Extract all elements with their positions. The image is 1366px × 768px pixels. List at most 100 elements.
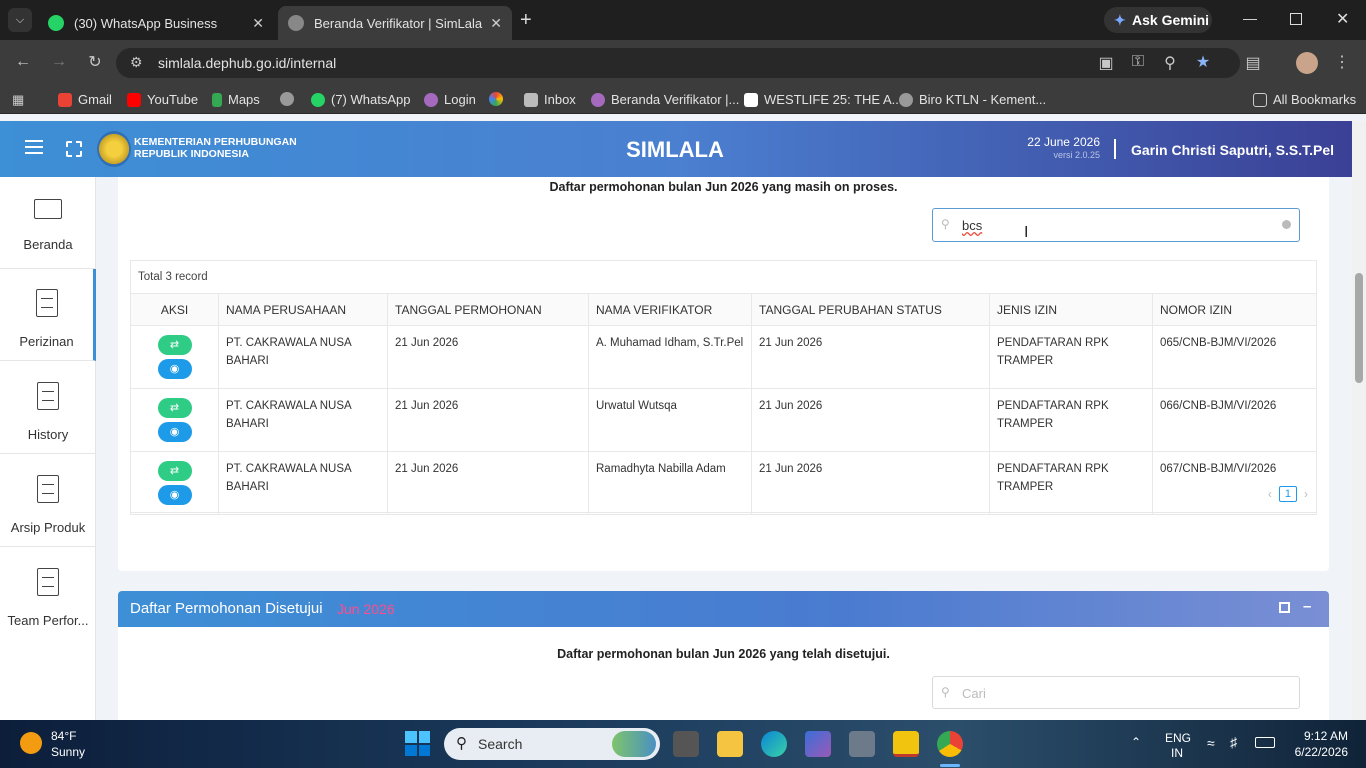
collapse-icon[interactable]: – — [1303, 598, 1311, 615]
language-bottom[interactable]: IN — [1171, 746, 1183, 760]
page-number-button[interactable]: 1 — [1278, 486, 1297, 502]
all-bookmarks-button[interactable]: All Bookmarks — [1253, 92, 1356, 107]
password-key-icon[interactable]: ⚿ — [1126, 53, 1150, 71]
col-aksi[interactable]: AKSI — [130, 293, 219, 326]
cell-tgl-permohonan: 21 Jun 2026 — [387, 451, 589, 515]
search-input[interactable]: ⚲ bcs — [932, 208, 1300, 242]
close-tab-icon[interactable]: ✕ — [490, 15, 502, 32]
col-nomor-izin[interactable]: NOMOR IZIN — [1152, 293, 1317, 326]
clock-time[interactable]: 9:12 AM — [1290, 729, 1348, 743]
view-button[interactable]: ◉ — [157, 422, 192, 442]
view-button[interactable]: ◉ — [157, 359, 192, 379]
restore-icon[interactable] — [1290, 13, 1302, 25]
tab-list-icon[interactable]: ⌵ — [8, 8, 32, 32]
proses-subtitle: Daftar permohonan bulan Jun 2026 yang ma… — [549, 180, 898, 194]
sidebar-item-beranda[interactable]: Beranda — [0, 177, 96, 269]
sticky-notes-icon[interactable] — [893, 731, 919, 757]
profile-avatar[interactable] — [1296, 52, 1318, 74]
cell-tgl-status: 21 Jun 2026 — [751, 325, 990, 389]
forward-icon[interactable]: → — [47, 53, 71, 71]
col-tanggal-permohonan[interactable]: TANGGAL PERMOHONAN — [387, 293, 589, 326]
proses-table: AKSI NAMA PERUSAHAAN TANGGAL PERMOHONAN … — [130, 293, 1317, 515]
clock-date[interactable]: 6/22/2026 — [1280, 745, 1348, 759]
close-tab-icon[interactable]: ✕ — [252, 15, 264, 32]
bookmark-westlife[interactable]: WESTLIFE 25: THE A... — [744, 92, 902, 107]
extensions-icon[interactable]: ▤ — [1241, 53, 1265, 73]
bookmark-gmail[interactable]: Gmail — [58, 92, 112, 107]
tab-title: Beranda Verifikator | SimLala — [314, 15, 483, 31]
edge-icon[interactable] — [761, 731, 787, 757]
swap-icon: ⇄ — [169, 465, 180, 477]
bookmark-pinwheel[interactable] — [489, 92, 509, 106]
bookmark-beranda[interactable]: Beranda Verifikator |... — [591, 92, 739, 107]
document-icon — [37, 382, 59, 410]
file-explorer-icon[interactable] — [717, 731, 743, 757]
clear-search-icon[interactable] — [1282, 220, 1291, 229]
view-button[interactable]: ◉ — [157, 485, 192, 505]
camera-icon[interactable] — [849, 731, 875, 757]
reload-icon[interactable]: ↻ — [83, 52, 107, 72]
disetujui-card: Daftar Permohonan Disetujui Jun 2026 – D… — [118, 591, 1329, 720]
disetujui-header: Daftar Permohonan Disetujui Jun 2026 – — [118, 591, 1329, 627]
expand-icon[interactable] — [1279, 602, 1290, 613]
zoom-icon[interactable]: ⚲ — [1158, 53, 1182, 73]
language-top[interactable]: ENG — [1165, 731, 1191, 745]
chrome-icon[interactable] — [937, 731, 963, 757]
bookmark-maps[interactable]: Maps — [212, 92, 260, 107]
sidebar-item-label: History — [27, 427, 69, 442]
copilot-icon[interactable] — [805, 731, 831, 757]
show-hidden-icons[interactable]: ⌃ — [1131, 735, 1141, 749]
bookmark-globe[interactable] — [280, 92, 300, 106]
disetujui-search-input[interactable]: ⚲ Cari — [932, 676, 1300, 709]
col-nama-verifikator[interactable]: NAMA VERIFIKATOR — [588, 293, 752, 326]
taskbar-search[interactable]: ⚲ Search — [444, 728, 660, 760]
col-nama-perusahaan[interactable]: NAMA PERUSAHAAN — [218, 293, 388, 326]
bookmark-inbox[interactable]: Inbox — [524, 92, 576, 107]
process-button[interactable]: ⇄ — [157, 335, 192, 355]
bookmark-biro-ktln[interactable]: Biro KTLN - Kement... — [899, 92, 1046, 107]
ask-gemini-button[interactable]: ✦ Ask Gemini — [1104, 7, 1212, 33]
sidebar-item-team-performance[interactable]: Team Perfor... — [0, 548, 96, 640]
bookmark-login[interactable]: Login — [424, 92, 476, 107]
tab-simlala[interactable]: Beranda Verifikator | SimLala ✕ — [278, 6, 512, 40]
bookmark-star-icon[interactable]: ★ — [1191, 52, 1215, 72]
wifi-icon[interactable]: ≈ — [1207, 735, 1215, 751]
header-date: 22 June 2026 — [1027, 135, 1100, 149]
col-jenis-izin[interactable]: JENIS IZIN — [989, 293, 1153, 326]
process-button[interactable]: ⇄ — [157, 461, 192, 481]
task-view-icon[interactable] — [673, 731, 699, 757]
volume-icon[interactable]: ♯ — [1230, 734, 1237, 750]
minimize-icon[interactable]: — — [1243, 10, 1257, 26]
fullscreen-icon[interactable] — [66, 141, 82, 157]
search-value: bcs — [962, 218, 983, 233]
start-icon[interactable] — [405, 731, 430, 756]
sidebar-item-arsip-produk[interactable]: Arsip Produk — [0, 455, 96, 547]
close-window-icon[interactable]: ✕ — [1336, 9, 1349, 29]
col-tanggal-perubahan-status[interactable]: TANGGAL PERUBAHAN STATUS — [751, 293, 990, 326]
prev-page-icon[interactable]: ‹ — [1268, 487, 1272, 501]
weather-sun-icon[interactable] — [20, 732, 42, 754]
tab-whatsapp[interactable]: (30) WhatsApp Business ✕ — [38, 6, 274, 40]
sidebar-item-label: Beranda — [23, 237, 73, 252]
address-bar[interactable]: ⚙ simlala.dephub.go.id/internal — [116, 48, 1240, 78]
page-scrollbar[interactable] — [1352, 121, 1366, 720]
next-page-icon[interactable]: › — [1304, 487, 1308, 501]
process-button[interactable]: ⇄ — [157, 398, 192, 418]
sidebar-item-history[interactable]: History — [0, 362, 96, 454]
bookmark-whatsapp[interactable]: (7) WhatsApp — [311, 92, 410, 107]
eye-icon: ◉ — [169, 363, 180, 375]
document-icon — [37, 475, 59, 503]
apps-grid-icon[interactable]: ▦ — [12, 92, 24, 108]
site-info-icon[interactable]: ⚙ — [130, 54, 143, 71]
back-icon[interactable]: ← — [11, 53, 35, 71]
aksi-cell: ⇄ ◉ — [130, 325, 219, 389]
install-app-icon[interactable]: ▣ — [1094, 53, 1118, 73]
sidebar-item-perizinan[interactable]: Perizinan — [0, 269, 96, 361]
user-name[interactable]: Garin Christi Saputri, S.S.T.Pel — [1131, 142, 1334, 158]
scrollbar-thumb[interactable] — [1355, 273, 1363, 383]
bookmark-youtube[interactable]: YouTube — [127, 92, 198, 107]
new-tab-icon[interactable]: + — [520, 9, 532, 32]
hamburger-menu-icon[interactable] — [25, 140, 43, 154]
battery-icon[interactable] — [1255, 737, 1275, 748]
menu-kebab-icon[interactable]: ⋮ — [1330, 52, 1354, 72]
